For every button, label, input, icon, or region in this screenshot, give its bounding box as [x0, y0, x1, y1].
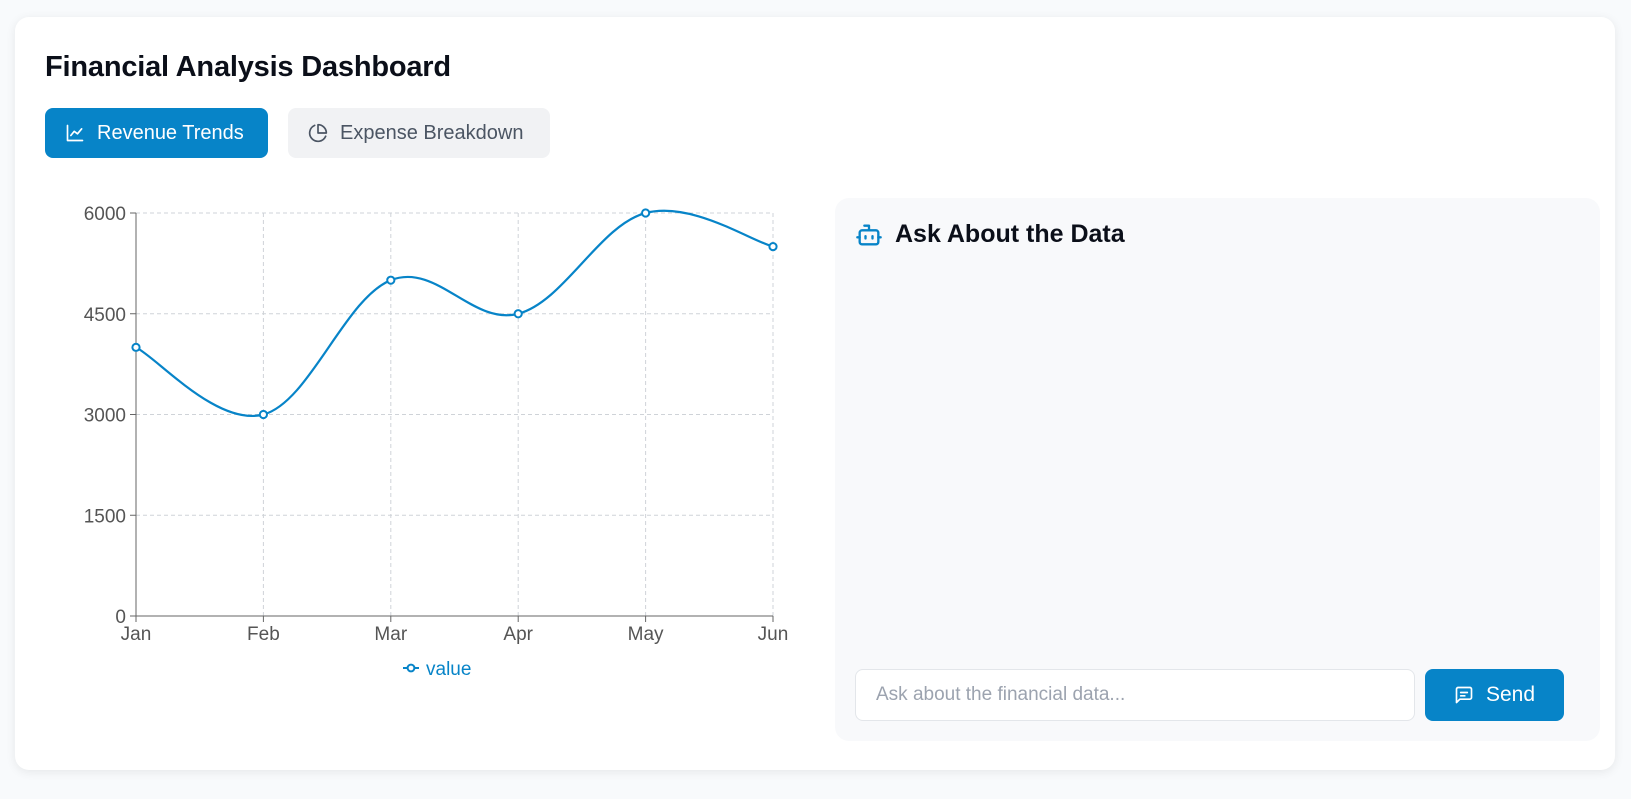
data-point [513, 309, 523, 319]
y-tick-label: 1500 [84, 506, 126, 527]
tab-revenue-trends[interactable]: Revenue Trends [45, 108, 268, 158]
tab-bar: Revenue Trends Expense Breakdown [45, 108, 550, 158]
legend-swatch-point [406, 663, 416, 673]
chat-input[interactable] [855, 669, 1415, 721]
page-title: Financial Analysis Dashboard [45, 51, 451, 83]
message-icon [1455, 686, 1473, 704]
legend-label: value [426, 659, 471, 680]
dashboard-card: Financial Analysis Dashboard Revenue Tre… [15, 17, 1615, 770]
send-button[interactable]: Send [1425, 669, 1564, 721]
x-tick-label: Mar [374, 624, 407, 645]
pie-chart-icon [308, 123, 328, 143]
y-tick-label: 6000 [84, 204, 126, 225]
data-point [386, 275, 396, 285]
chat-title: Ask About the Data [895, 220, 1125, 248]
data-point [258, 409, 268, 420]
data-point [641, 208, 651, 218]
data-point [131, 342, 141, 352]
revenue-chart: 0 1500 3000 4500 6000 Jan Feb Mar Apr May Jun value [45, 195, 815, 725]
x-tick-label: Jan [121, 624, 152, 645]
send-label: Send [1485, 683, 1536, 706]
data-point [768, 241, 778, 252]
chat-panel: Ask About the Data Send [835, 198, 1600, 741]
tab-label: Expense Breakdown [340, 121, 524, 144]
robot-icon [856, 224, 882, 245]
x-tick-label: Jun [758, 624, 789, 645]
x-tick-label: Apr [503, 624, 533, 645]
x-tick-label: May [628, 624, 664, 645]
line-chart-icon [66, 124, 84, 142]
tab-expense-breakdown[interactable]: Expense Breakdown [288, 108, 550, 158]
chat-header: Ask About the Data [855, 220, 1125, 249]
y-tick-label: 4500 [84, 305, 126, 326]
revenue-chart-svg: 01500300045006000Jan Feb Mar Apr May Junvalue [84, 204, 789, 680]
x-tick-label: Feb [247, 624, 280, 645]
y-tick-label: 3000 [84, 406, 126, 427]
tab-label: Revenue Trends [97, 121, 244, 144]
